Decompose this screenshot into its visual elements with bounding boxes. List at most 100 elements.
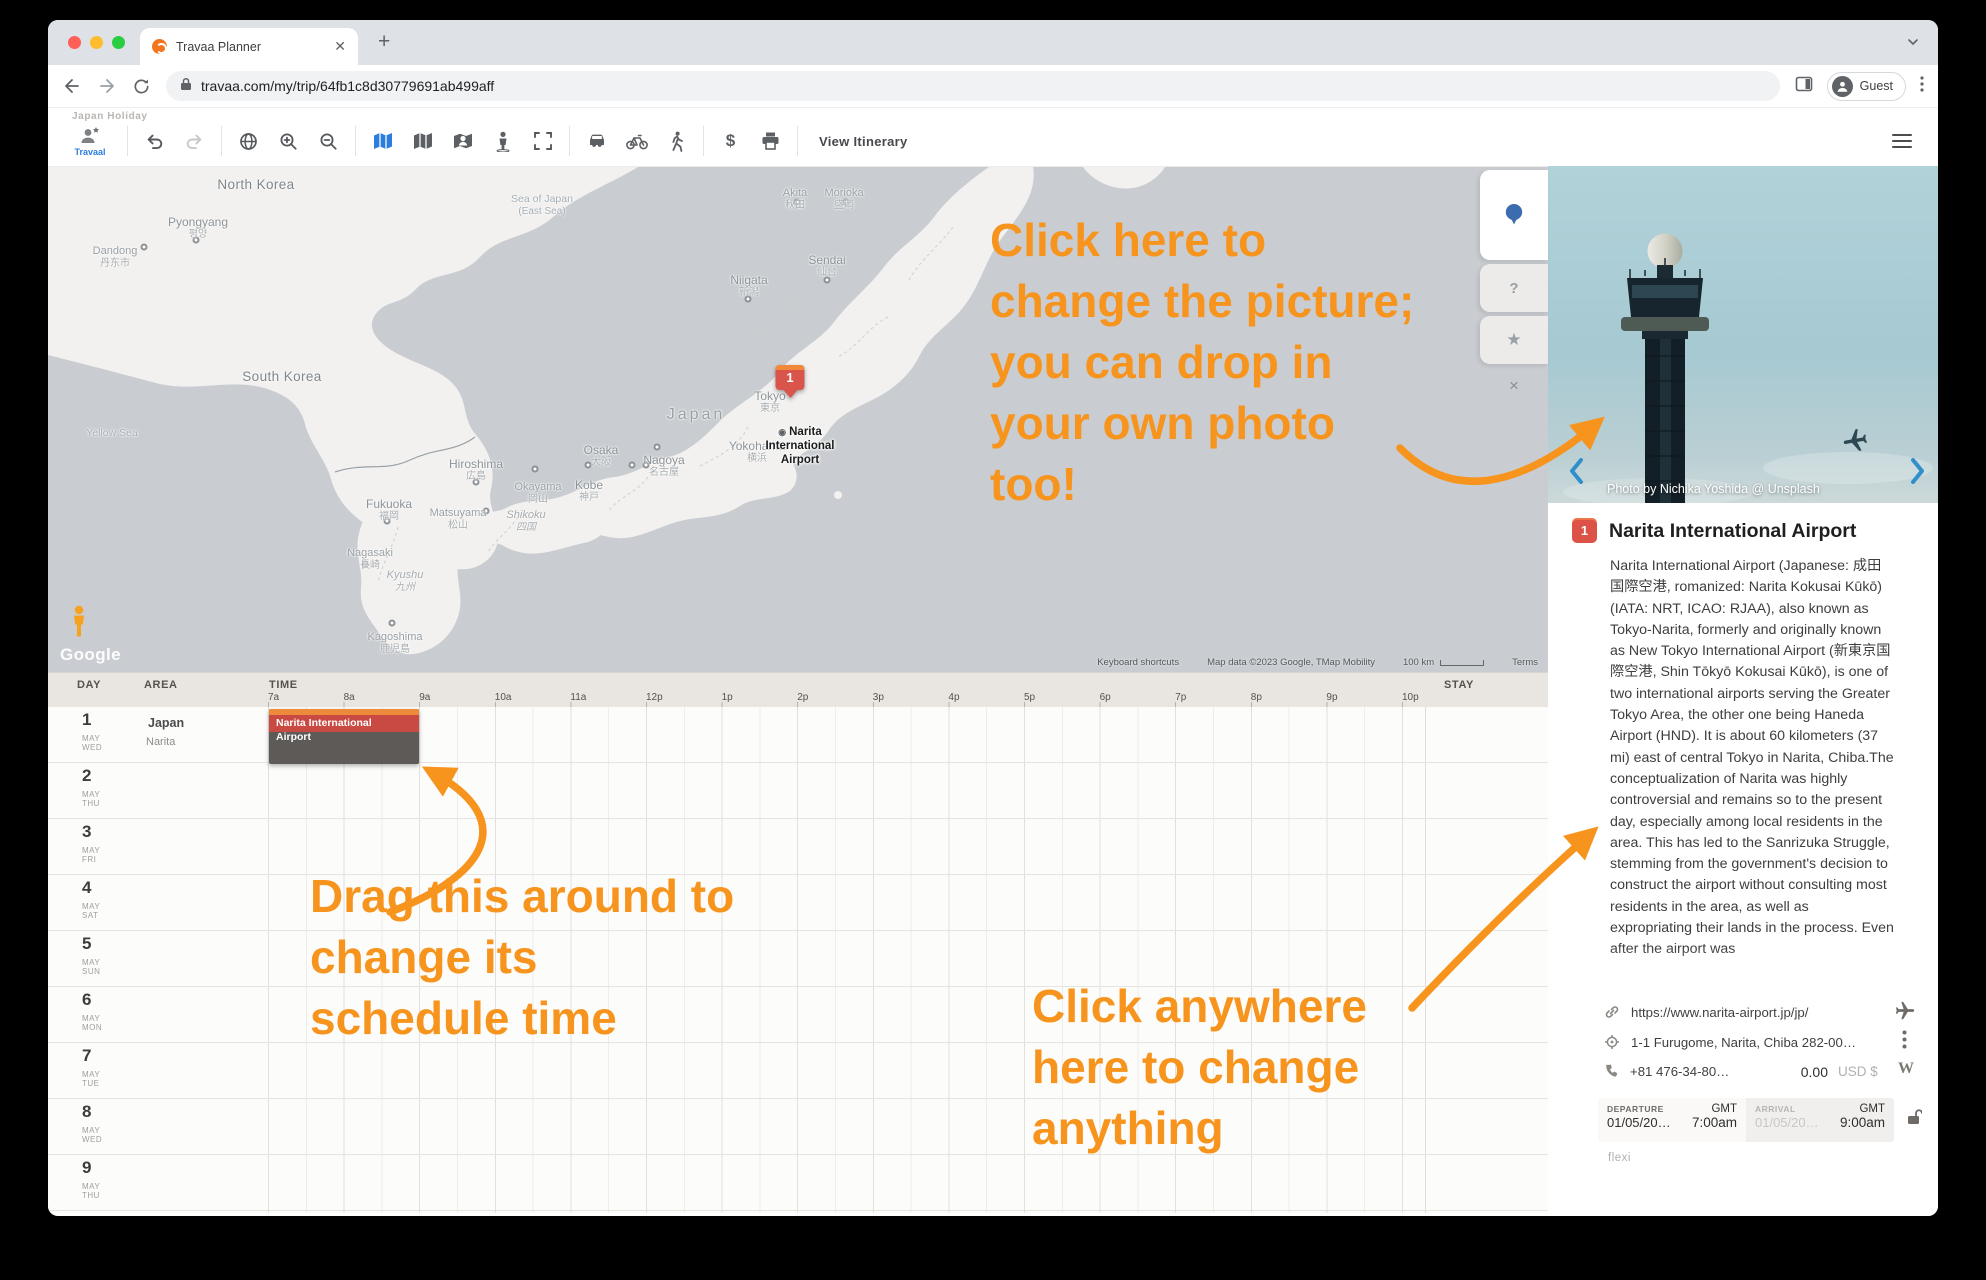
schedule-event-block[interactable]: Narita International Airport xyxy=(269,709,419,764)
departure-label: DEPARTURE xyxy=(1607,1104,1664,1114)
day-month: MAY xyxy=(82,902,101,911)
minimize-window-button[interactable] xyxy=(90,36,103,49)
price-value[interactable]: 0.00 xyxy=(1748,1064,1828,1080)
more-options-icon[interactable] xyxy=(1902,1030,1907,1049)
bicycle-icon[interactable] xyxy=(623,128,650,155)
address-row[interactable]: 1-1 Furugome, Narita, Chiba 282-00… xyxy=(1604,1034,1856,1050)
zoom-in-icon[interactable] xyxy=(275,128,302,155)
area-subname: Narita xyxy=(146,736,176,748)
phone-row[interactable]: +81 476-34-80… xyxy=(1604,1064,1729,1079)
pegman-streetview-icon[interactable] xyxy=(70,605,88,644)
day-number: 4 xyxy=(82,878,92,897)
place-title[interactable]: Narita International Airport xyxy=(1609,520,1919,542)
place-description[interactable]: Narita International Airport (Japanese: … xyxy=(1610,556,1894,996)
flexi-label[interactable]: flexi xyxy=(1608,1152,1631,1164)
day-weekday: SUN xyxy=(82,967,101,976)
day-number: 8 xyxy=(82,1102,92,1121)
forward-icon[interactable] xyxy=(97,76,117,96)
map-marker-label: ◉ Narita International Airport xyxy=(765,426,835,466)
undo-icon[interactable] xyxy=(141,128,168,155)
map-alt-icon[interactable] xyxy=(409,128,436,155)
panel-tab-favorite[interactable]: ★ xyxy=(1480,316,1548,364)
time-column-header: TIME xyxy=(269,679,298,691)
arrival-date[interactable]: 01/05/20… xyxy=(1755,1115,1819,1130)
travaa-logo[interactable]: Travaal xyxy=(66,126,114,157)
unlock-icon[interactable] xyxy=(1906,1108,1922,1126)
keyboard-shortcuts-link[interactable]: Keyboard shortcuts xyxy=(1097,657,1179,668)
arrival-label: ARRIVAL xyxy=(1755,1104,1796,1114)
view-itinerary-button[interactable]: View Itinerary xyxy=(819,134,908,149)
tab-title: Travaa Planner xyxy=(176,39,261,54)
terms-link[interactable]: Terms xyxy=(1512,657,1538,668)
photo-next-button[interactable] xyxy=(1910,458,1926,489)
divider xyxy=(355,126,356,156)
event-title: Narita International Airport xyxy=(276,717,372,743)
departure-date[interactable]: 01/05/20… xyxy=(1607,1115,1671,1130)
departure-timezone[interactable]: GMT xyxy=(1711,1103,1737,1115)
new-tab-button[interactable]: + xyxy=(378,30,390,54)
address-bar[interactable]: travaa.com/my/trip/64fb1c8d30779691ab499… xyxy=(166,71,1780,101)
departure-time[interactable]: 7:00am xyxy=(1692,1115,1737,1130)
back-icon[interactable] xyxy=(62,76,82,96)
redo-icon[interactable] xyxy=(181,128,208,155)
kebab-menu-icon[interactable] xyxy=(1920,75,1924,97)
arrival-timezone[interactable]: GMT xyxy=(1859,1103,1885,1115)
flight-icon[interactable] xyxy=(1894,1000,1916,1022)
photo-prev-button[interactable] xyxy=(1568,458,1584,489)
map-view-icon[interactable] xyxy=(369,128,396,155)
zoom-out-icon[interactable] xyxy=(315,128,342,155)
annotation-drag-schedule: Drag this around to change its schedule ti… xyxy=(310,870,735,1044)
tab-list-chevron-icon[interactable] xyxy=(1906,35,1920,54)
map-label: Japan xyxy=(666,406,726,423)
arrival-time[interactable]: 9:00am xyxy=(1840,1115,1885,1130)
map-label: Matsuyama 松山 xyxy=(429,507,487,532)
reload-icon[interactable] xyxy=(132,77,151,96)
city-dot xyxy=(140,243,148,251)
timeline-header: DAY AREA TIME STAY 7a 8a 9a 10a 11a 12p 1p 2p 3p… xyxy=(48,672,1548,707)
timeline-day-row[interactable]: 4 MAY SAT xyxy=(48,875,1548,931)
browser-tab[interactable]: Travaa Planner ✕ xyxy=(140,28,358,65)
website-row[interactable]: https://www.narita-airport.jp/jp/ xyxy=(1604,1004,1808,1020)
divider xyxy=(797,126,798,156)
timeline-day-row[interactable]: 9 MAY THU xyxy=(48,1155,1548,1211)
profile-button[interactable]: Guest xyxy=(1826,71,1906,101)
map-label: Akita 秋田 xyxy=(782,187,808,212)
map-label: Okayama 岡山 xyxy=(514,481,562,506)
tab-close-icon[interactable]: ✕ xyxy=(334,38,346,55)
fullscreen-icon[interactable] xyxy=(529,128,556,155)
timeline-day-row[interactable]: 3 MAY FRI xyxy=(48,819,1548,875)
pegman-icon[interactable] xyxy=(489,128,516,155)
wikipedia-icon[interactable]: W xyxy=(1898,1060,1914,1078)
print-icon[interactable] xyxy=(757,128,784,155)
place-photo[interactable]: Photo by Nichika Yoshida @ Unsplash xyxy=(1548,166,1938,503)
panel-close-icon[interactable]: × xyxy=(1480,368,1548,404)
departure-block[interactable]: DEPARTURE GMT 01/05/20… 7:00am xyxy=(1598,1098,1746,1142)
details-panel[interactable]: Photo by Nichika Yoshida @ Unsplash 1 Na… xyxy=(1548,166,1938,1216)
panel-tab-help[interactable]: ? xyxy=(1480,264,1548,312)
map-marker-pin[interactable]: 1 xyxy=(775,365,805,405)
globe-icon[interactable] xyxy=(235,128,262,155)
map-person-icon[interactable] xyxy=(449,128,476,155)
arrival-block[interactable]: ARRIVAL GMT 01/05/20… 9:00am xyxy=(1746,1098,1894,1142)
app-toolbar: Travaal $ View Itinerary xyxy=(66,121,908,161)
timeline-day-row[interactable]: 2 MAY THU xyxy=(48,763,1548,819)
walking-icon[interactable] xyxy=(663,128,690,155)
app-header: Japan Holiday Travaal $ View Itinerary xyxy=(48,108,1938,167)
lock-icon xyxy=(180,77,192,96)
map-label: Kagoshima 鹿児島 xyxy=(367,631,423,656)
side-panel-icon[interactable] xyxy=(1795,75,1813,98)
city-dot xyxy=(628,461,636,469)
pin-number: 1 xyxy=(786,370,794,385)
map-label: Sea of Japan (East Sea) xyxy=(511,193,573,217)
guest-label: Guest xyxy=(1859,79,1893,93)
zoom-window-button[interactable] xyxy=(112,36,125,49)
close-window-button[interactable] xyxy=(68,36,81,49)
car-icon[interactable] xyxy=(583,128,610,155)
day-weekday: FRI xyxy=(82,855,97,864)
map-label: Pyongyang 평양 xyxy=(167,215,229,241)
currency-label[interactable]: USD $ xyxy=(1838,1064,1878,1079)
schedule-card[interactable]: DEPARTURE GMT 01/05/20… 7:00am ARRIVAL GMT … xyxy=(1598,1098,1894,1142)
menu-icon[interactable] xyxy=(1892,130,1912,152)
currency-icon[interactable]: $ xyxy=(717,128,744,155)
panel-tab-details[interactable] xyxy=(1480,170,1548,260)
